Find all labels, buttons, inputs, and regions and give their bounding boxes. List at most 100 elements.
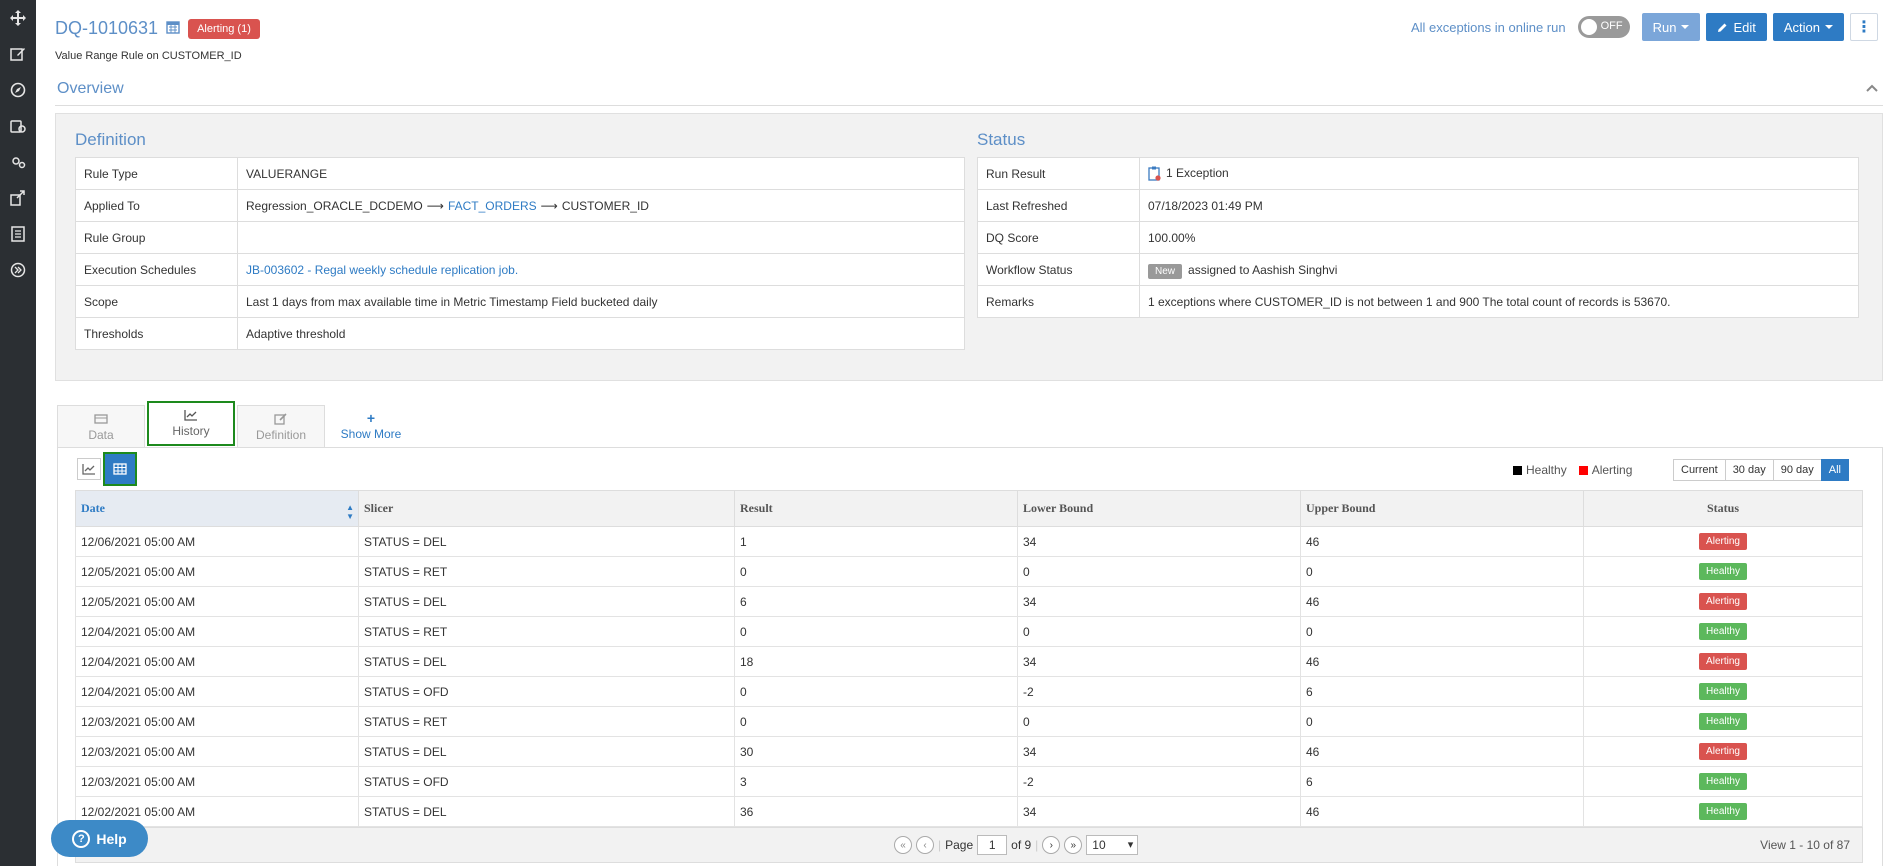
range-all-button[interactable]: All — [1820, 459, 1849, 481]
definition-title: Definition — [75, 130, 146, 149]
rule-title: DQ-1010631 Alerting (1) — [55, 18, 260, 39]
col-status[interactable]: Status — [1583, 490, 1863, 527]
legend-healthy-swatch — [1513, 466, 1522, 475]
cell-status: Alerting — [1583, 586, 1863, 617]
table-row[interactable]: 12/05/2021 05:00 AM STATUS = RET 0 0 0 Health… — [75, 556, 1863, 587]
table-row[interactable]: 12/06/2021 05:00 AM STATUS = DEL 1 34 46 Aler… — [75, 526, 1863, 557]
page-size-select[interactable]: 10 — [1086, 835, 1139, 855]
workflow-new-badge[interactable]: New — [1148, 263, 1183, 279]
calendar-icon[interactable] — [166, 20, 180, 38]
tab-history[interactable]: History — [147, 401, 235, 446]
range-90day-button[interactable]: 90 day — [1772, 459, 1822, 481]
next-page-icon[interactable]: › — [1042, 836, 1061, 854]
cell-slicer: STATUS = DEL — [358, 586, 735, 617]
table-row[interactable]: 12/04/2021 05:00 AM STATUS = RET 0 0 0 Health… — [75, 616, 1863, 647]
alert-badge[interactable]: Alerting (1) — [188, 18, 260, 39]
status-badge[interactable]: Healthy — [1699, 683, 1747, 700]
view-toggle — [77, 452, 137, 486]
status-badge[interactable]: Alerting — [1699, 743, 1747, 760]
scope-key: Scope — [75, 285, 238, 318]
cell-slicer: STATUS = DEL — [358, 736, 735, 767]
action-button[interactable]: Action — [1772, 13, 1844, 41]
chevron-up-icon[interactable] — [1865, 80, 1879, 96]
col-date[interactable]: Date ▲ ▼ — [75, 490, 359, 527]
status-badge[interactable]: Healthy — [1699, 713, 1747, 730]
cell-result: 1 — [734, 526, 1018, 557]
applied-to-value: Regression_ORACLE_DCDEMO ⟶ FACT_ORDERS ⟶ CUS… — [237, 189, 965, 222]
pager-divider: | — [938, 838, 942, 852]
last-refreshed-key: Last Refreshed — [977, 189, 1140, 222]
table-row[interactable]: 12/03/2021 05:00 AM STATUS = DEL 30 34 46 Ale… — [75, 736, 1863, 767]
compass-icon[interactable] — [0, 72, 36, 108]
prev-page-icon[interactable]: ‹ — [916, 836, 934, 854]
cell-date: 12/05/2021 05:00 AM — [75, 556, 359, 587]
last-page-icon[interactable]: » — [1064, 836, 1083, 854]
status-row: DQ Score 100.00% — [977, 221, 1859, 254]
toggle-knob — [1580, 19, 1597, 35]
run-button[interactable]: Run — [1641, 13, 1701, 41]
range-30day-button[interactable]: 30 day — [1724, 459, 1774, 481]
edit-icon[interactable] — [0, 36, 36, 72]
table-row[interactable]: 12/02/2021 05:00 AM STATUS = DEL 36 34 46 Hea… — [75, 796, 1863, 827]
sort-icon[interactable]: ▲ ▼ — [346, 503, 354, 521]
applied-to-key: Applied To — [75, 189, 238, 222]
table-row[interactable]: 12/05/2021 05:00 AM STATUS = DEL 6 34 46 Aler… — [75, 586, 1863, 617]
rule-type-key: Rule Type — [75, 157, 238, 190]
share-icon[interactable] — [0, 180, 36, 216]
page-number-input[interactable]: 1 — [977, 835, 1008, 855]
exception-report-icon[interactable] — [1148, 166, 1161, 181]
job-link[interactable]: JB-003602 - Regal weekly schedule replic… — [246, 263, 518, 277]
last-refreshed-value: 07/18/2023 01:49 PM — [1139, 189, 1859, 222]
chart-view-button[interactable] — [77, 458, 101, 480]
help-button[interactable]: ? Help — [51, 820, 148, 857]
left-sidebar — [0, 0, 36, 866]
thresholds-key: Thresholds — [75, 317, 238, 350]
legend-alerting: Alerting — [1578, 463, 1632, 477]
settings-icon[interactable] — [0, 144, 36, 180]
cell-slicer: STATUS = RET — [358, 616, 735, 647]
cell-lower-bound: 34 — [1017, 736, 1301, 767]
table-view-button[interactable] — [103, 452, 137, 486]
expand-icon[interactable] — [0, 252, 36, 288]
edit-button[interactable]: Edit — [1706, 13, 1767, 41]
applied-table-link[interactable]: FACT_ORDERS — [448, 199, 537, 213]
status-title: Status — [977, 130, 1026, 149]
tab-definition[interactable]: Definition — [237, 405, 325, 448]
table-row[interactable]: 12/03/2021 05:00 AM STATUS = RET 0 0 0 Health… — [75, 706, 1863, 737]
cell-lower-bound: 0 — [1017, 616, 1301, 647]
col-upper-bound[interactable]: Upper Bound — [1300, 490, 1584, 527]
definition-table: Rule Type VALUERANGE Applied To Regressi… — [75, 157, 965, 350]
status-badge[interactable]: Alerting — [1699, 593, 1747, 610]
status-badge[interactable]: Healthy — [1699, 563, 1747, 580]
exceptions-toggle[interactable]: OFF — [1577, 16, 1630, 38]
exec-schedules-key: Execution Schedules — [75, 253, 238, 286]
status-badge[interactable]: Healthy — [1699, 773, 1747, 790]
overview-header[interactable]: Overview — [55, 74, 1883, 106]
status-badge[interactable]: Healthy — [1699, 623, 1747, 640]
cell-date: 12/05/2021 05:00 AM — [75, 586, 359, 617]
tab-show-more[interactable]: + Show More — [327, 405, 415, 448]
more-options-icon[interactable]: ⋮ — [1850, 13, 1878, 41]
first-page-icon[interactable]: « — [894, 836, 912, 854]
move-icon[interactable] — [0, 0, 36, 36]
col-lower-bound[interactable]: Lower Bound — [1017, 490, 1301, 527]
cell-upper-bound: 6 — [1300, 676, 1584, 707]
table-row[interactable]: 12/03/2021 05:00 AM STATUS = OFD 3 -2 6 Healt… — [75, 766, 1863, 797]
status-badge[interactable]: Healthy — [1699, 803, 1747, 820]
cell-lower-bound: 0 — [1017, 706, 1301, 737]
tab-data[interactable]: Data — [57, 405, 145, 448]
table-row[interactable]: 12/04/2021 05:00 AM STATUS = DEL 18 34 46 Ale… — [75, 646, 1863, 677]
cell-result: 0 — [734, 556, 1018, 587]
table-row[interactable]: 12/04/2021 05:00 AM STATUS = OFD 0 -2 6 Healt… — [75, 676, 1863, 707]
legend-alerting-swatch — [1578, 466, 1588, 475]
col-slicer[interactable]: Slicer — [358, 490, 735, 527]
col-result[interactable]: Result — [734, 490, 1018, 527]
range-current-button[interactable]: Current — [1673, 459, 1726, 481]
cell-lower-bound: 0 — [1017, 556, 1301, 587]
status-badge[interactable]: Alerting — [1699, 533, 1747, 550]
status-badge[interactable]: Alerting — [1699, 653, 1747, 670]
scope-value: Last 1 days from max available time in M… — [237, 285, 965, 318]
clipboard-icon[interactable] — [0, 216, 36, 252]
rule-id[interactable]: DQ-1010631 — [55, 18, 158, 39]
rules-icon[interactable] — [0, 108, 36, 144]
